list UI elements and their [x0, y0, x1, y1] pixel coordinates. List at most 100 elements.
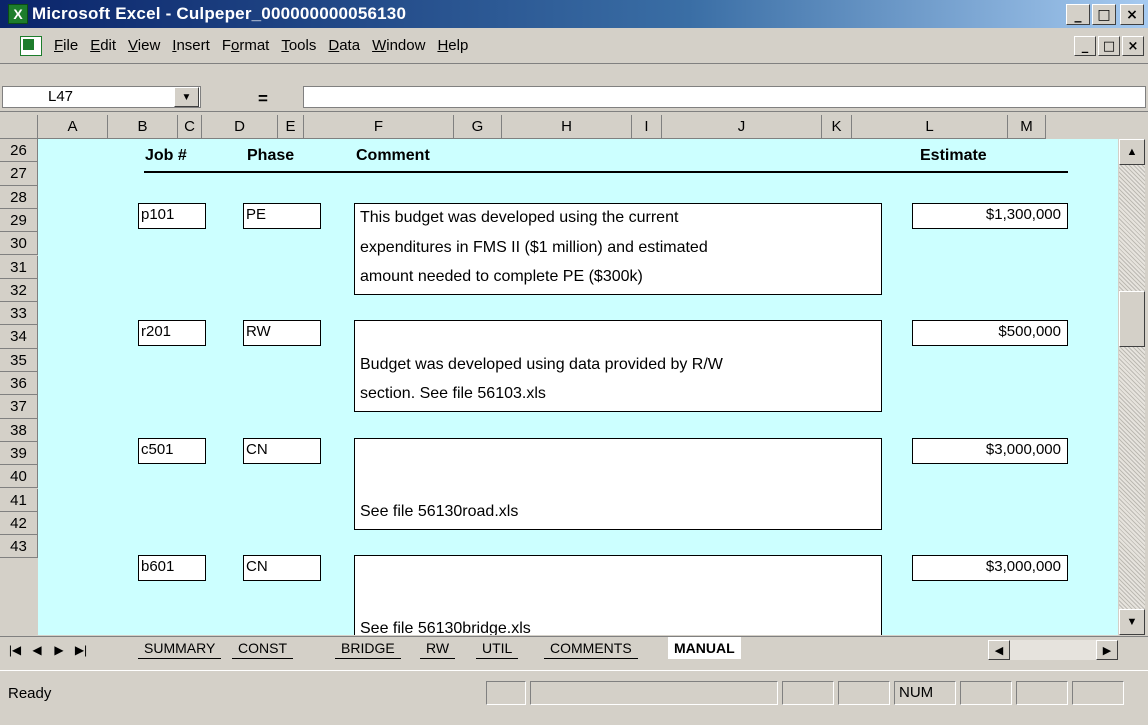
estimate-cell[interactable]: $1,300,000 [912, 203, 1068, 229]
maximize-button[interactable]: □ [1092, 4, 1116, 25]
row-header-43[interactable]: 43 [0, 535, 38, 559]
estimate-cell[interactable]: $3,000,000 [912, 438, 1068, 464]
job-number-cell[interactable]: b601 [138, 555, 206, 581]
scroll-down-icon[interactable]: ▼ [1119, 609, 1145, 635]
row-header-35[interactable]: 35 [0, 348, 38, 372]
column-header-c[interactable]: C [178, 115, 202, 139]
scroll-left-icon[interactable]: ◀ [988, 640, 1010, 660]
scroll-right-icon[interactable]: ▶ [1096, 640, 1118, 660]
phase-cell[interactable]: PE [243, 203, 321, 229]
sheet-area[interactable]: Job # Phase Comment Estimate p101 PE This … [38, 139, 1118, 635]
comment-line: expenditures in FMS II ($1 million) and … [360, 238, 708, 256]
row-header-37[interactable]: 37 [0, 395, 38, 419]
status-panel [838, 681, 890, 705]
status-panel [1016, 681, 1068, 705]
job-number-cell[interactable]: p101 [138, 203, 206, 229]
comment-box[interactable]: This budget was developed using the curr… [354, 203, 882, 295]
workbook-icon[interactable] [20, 35, 42, 56]
column-header-b[interactable]: B [108, 115, 178, 139]
status-panel [782, 681, 834, 705]
edit-formula-button[interactable]: = [258, 89, 268, 109]
sheet-tab-bridge[interactable]: BRIDGE [335, 637, 401, 659]
sheet-tab-const[interactable]: CONST [232, 637, 293, 659]
row-header-26[interactable]: 26 [0, 139, 38, 163]
sheet-tab-manual[interactable]: MANUAL [668, 637, 741, 659]
horizontal-scrollbar[interactable]: ◀ ▶ [988, 640, 1118, 660]
column-header-e[interactable]: E [278, 115, 304, 139]
row-header-39[interactable]: 39 [0, 441, 38, 466]
row-header-36[interactable]: 36 [0, 372, 38, 396]
phase-cell[interactable]: CN [243, 555, 321, 581]
scroll-thumb[interactable] [1119, 291, 1145, 347]
phase-cell[interactable]: CN [243, 438, 321, 464]
menu-insert[interactable]: Insert [166, 37, 216, 54]
doc-close-button[interactable]: × [1122, 36, 1144, 56]
header-phase: Phase [247, 147, 295, 164]
header-estimate: Estimate [920, 147, 987, 164]
column-header-k[interactable]: K [822, 115, 852, 139]
row-header-33[interactable]: 33 [0, 302, 38, 326]
close-button[interactable]: × [1120, 4, 1144, 25]
comment-line: See file 56130bridge.xls [360, 620, 531, 635]
column-header-l[interactable]: L [852, 115, 1008, 139]
sheet-tab-util[interactable]: UTIL [476, 637, 519, 659]
row-header-31[interactable]: 31 [0, 255, 38, 279]
doc-minimize-button[interactable]: _ [1074, 36, 1096, 56]
menu-help[interactable]: Help [431, 37, 474, 54]
row-header-41[interactable]: 41 [0, 488, 38, 512]
column-header-a[interactable]: A [38, 115, 108, 139]
column-header-m[interactable]: M [1008, 115, 1046, 139]
menu-view[interactable]: View [122, 37, 166, 54]
column-header-h[interactable]: H [502, 115, 632, 139]
estimate-cell[interactable]: $500,000 [912, 320, 1068, 346]
menu-window[interactable]: Window [366, 37, 431, 54]
menu-data[interactable]: Data [322, 37, 366, 54]
name-box-dropdown-icon[interactable]: ▼ [174, 87, 199, 107]
select-all-corner[interactable] [0, 115, 38, 139]
job-number-cell[interactable]: r201 [138, 320, 206, 346]
column-header-i[interactable]: I [632, 115, 662, 139]
comment-box[interactable]: Budget was developed using data provided… [354, 320, 882, 412]
comment-box[interactable]: See file 56130bridge.xls [354, 555, 882, 635]
window-title: Microsoft Excel - Culpeper_0000000000561… [32, 4, 407, 23]
vertical-scrollbar[interactable]: ▲ ▼ [1119, 139, 1145, 635]
sheet-tab-summary[interactable]: SUMMARY [138, 637, 222, 659]
estimate-cell[interactable]: $3,000,000 [912, 555, 1068, 581]
row-header-32[interactable]: 32 [0, 278, 38, 303]
row-header-29[interactable]: 29 [0, 208, 38, 233]
row-header-27[interactable]: 27 [0, 162, 38, 186]
job-number-cell[interactable]: c501 [138, 438, 206, 464]
minimize-button[interactable]: _ [1066, 4, 1090, 25]
num-lock-indicator: NUM [894, 681, 956, 705]
last-sheet-icon[interactable]: ▶| [70, 640, 92, 660]
column-header-d[interactable]: D [202, 115, 278, 139]
next-sheet-icon[interactable]: ▶ [48, 640, 70, 660]
menu-file[interactable]: File [48, 37, 84, 54]
excel-app-icon[interactable]: X [8, 4, 28, 24]
row-header-40[interactable]: 40 [0, 465, 38, 489]
name-box[interactable]: L47 [2, 86, 201, 108]
row-header-28[interactable]: 28 [0, 185, 38, 209]
sheet-tab-comments[interactable]: COMMENTS [544, 637, 638, 659]
phase-cell[interactable]: RW [243, 320, 321, 346]
row-header-34[interactable]: 34 [0, 325, 38, 349]
sheet-tab-rw[interactable]: RW [420, 637, 456, 659]
doc-restore-button[interactable]: □ [1098, 36, 1120, 56]
column-header-j[interactable]: J [662, 115, 822, 139]
formula-input[interactable] [303, 86, 1146, 108]
column-header-f[interactable]: F [304, 115, 454, 139]
scroll-up-icon[interactable]: ▲ [1119, 139, 1145, 165]
row-header-38[interactable]: 38 [0, 418, 38, 442]
status-panel [1072, 681, 1124, 705]
status-panel [486, 681, 526, 705]
comment-box[interactable]: See file 56130road.xls [354, 438, 882, 530]
menu-tools[interactable]: Tools [275, 37, 322, 54]
prev-sheet-icon[interactable]: ◀ [26, 640, 48, 660]
column-header-g[interactable]: G [454, 115, 502, 139]
menu-edit[interactable]: Edit [84, 37, 122, 54]
row-header-30[interactable]: 30 [0, 232, 38, 256]
first-sheet-icon[interactable]: |◀ [4, 640, 26, 660]
menu-format[interactable]: Format [216, 37, 276, 54]
row-header-42[interactable]: 42 [0, 511, 38, 536]
title-bar: X Microsoft Excel - Culpeper_00000000005… [0, 0, 1148, 28]
